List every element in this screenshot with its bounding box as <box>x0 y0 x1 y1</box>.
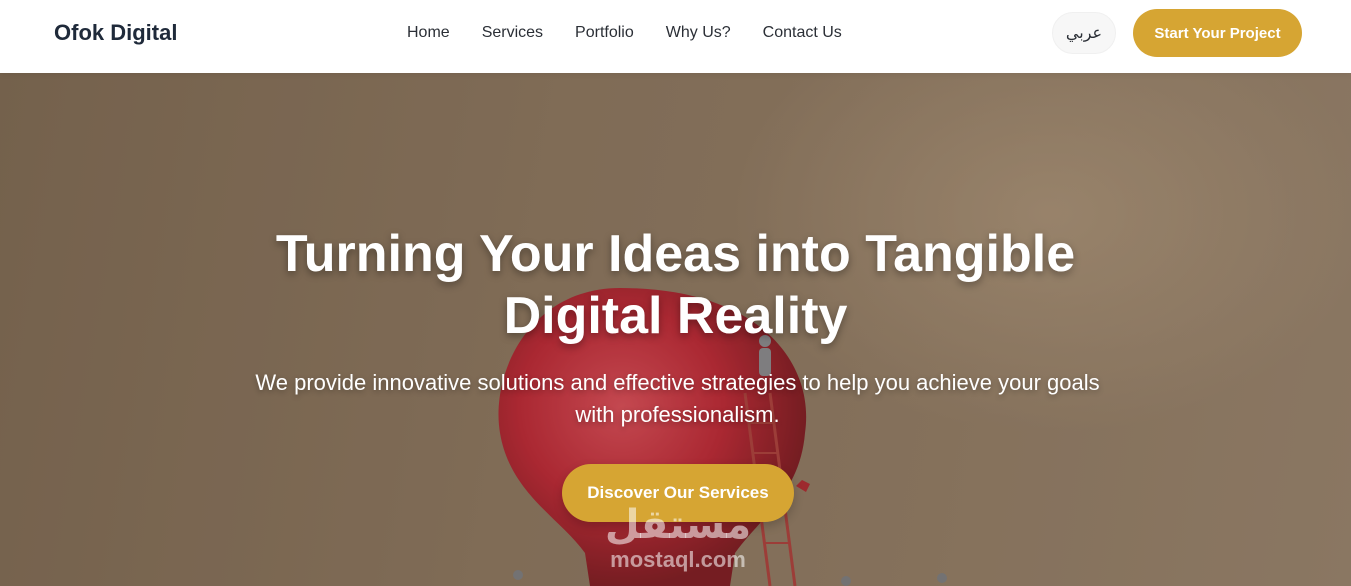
main-nav: Home Services Portfolio Why Us? Contact … <box>407 24 874 42</box>
watermark-domain-text: mostaql.com <box>610 547 746 572</box>
start-project-button[interactable]: Start Your Project <box>1133 9 1302 57</box>
nav-link-portfolio[interactable]: Portfolio <box>575 24 634 42</box>
brand-logo-text[interactable]: Ofok Digital <box>54 20 177 46</box>
hero-title: Turning Your Ideas into Tangible Digital… <box>175 223 1176 347</box>
hero-section: Turning Your Ideas into Tangible Digital… <box>0 73 1351 586</box>
hero-subtitle-line-1: We provide innovative solutions and effe… <box>255 370 1100 395</box>
mostaql-watermark: مستقل mostaql.com <box>598 503 758 573</box>
hero-subtitle: We provide innovative solutions and effe… <box>225 367 1130 431</box>
watermark-arabic-text: مستقل <box>604 503 752 547</box>
top-navbar: Ofok Digital Home Services Portfolio Why… <box>0 0 1351 73</box>
hero-title-line-2: Digital Reality <box>503 287 848 345</box>
nav-link-contact-us[interactable]: Contact Us <box>763 24 842 42</box>
language-switch-button[interactable]: عربي <box>1052 12 1116 54</box>
hero-title-line-1: Turning Your Ideas into Tangible <box>275 225 1076 283</box>
hero-subtitle-line-2: with professionalism. <box>575 402 780 427</box>
nav-link-why-us[interactable]: Why Us? <box>666 24 731 42</box>
nav-link-services[interactable]: Services <box>482 24 543 42</box>
nav-link-home[interactable]: Home <box>407 24 450 42</box>
